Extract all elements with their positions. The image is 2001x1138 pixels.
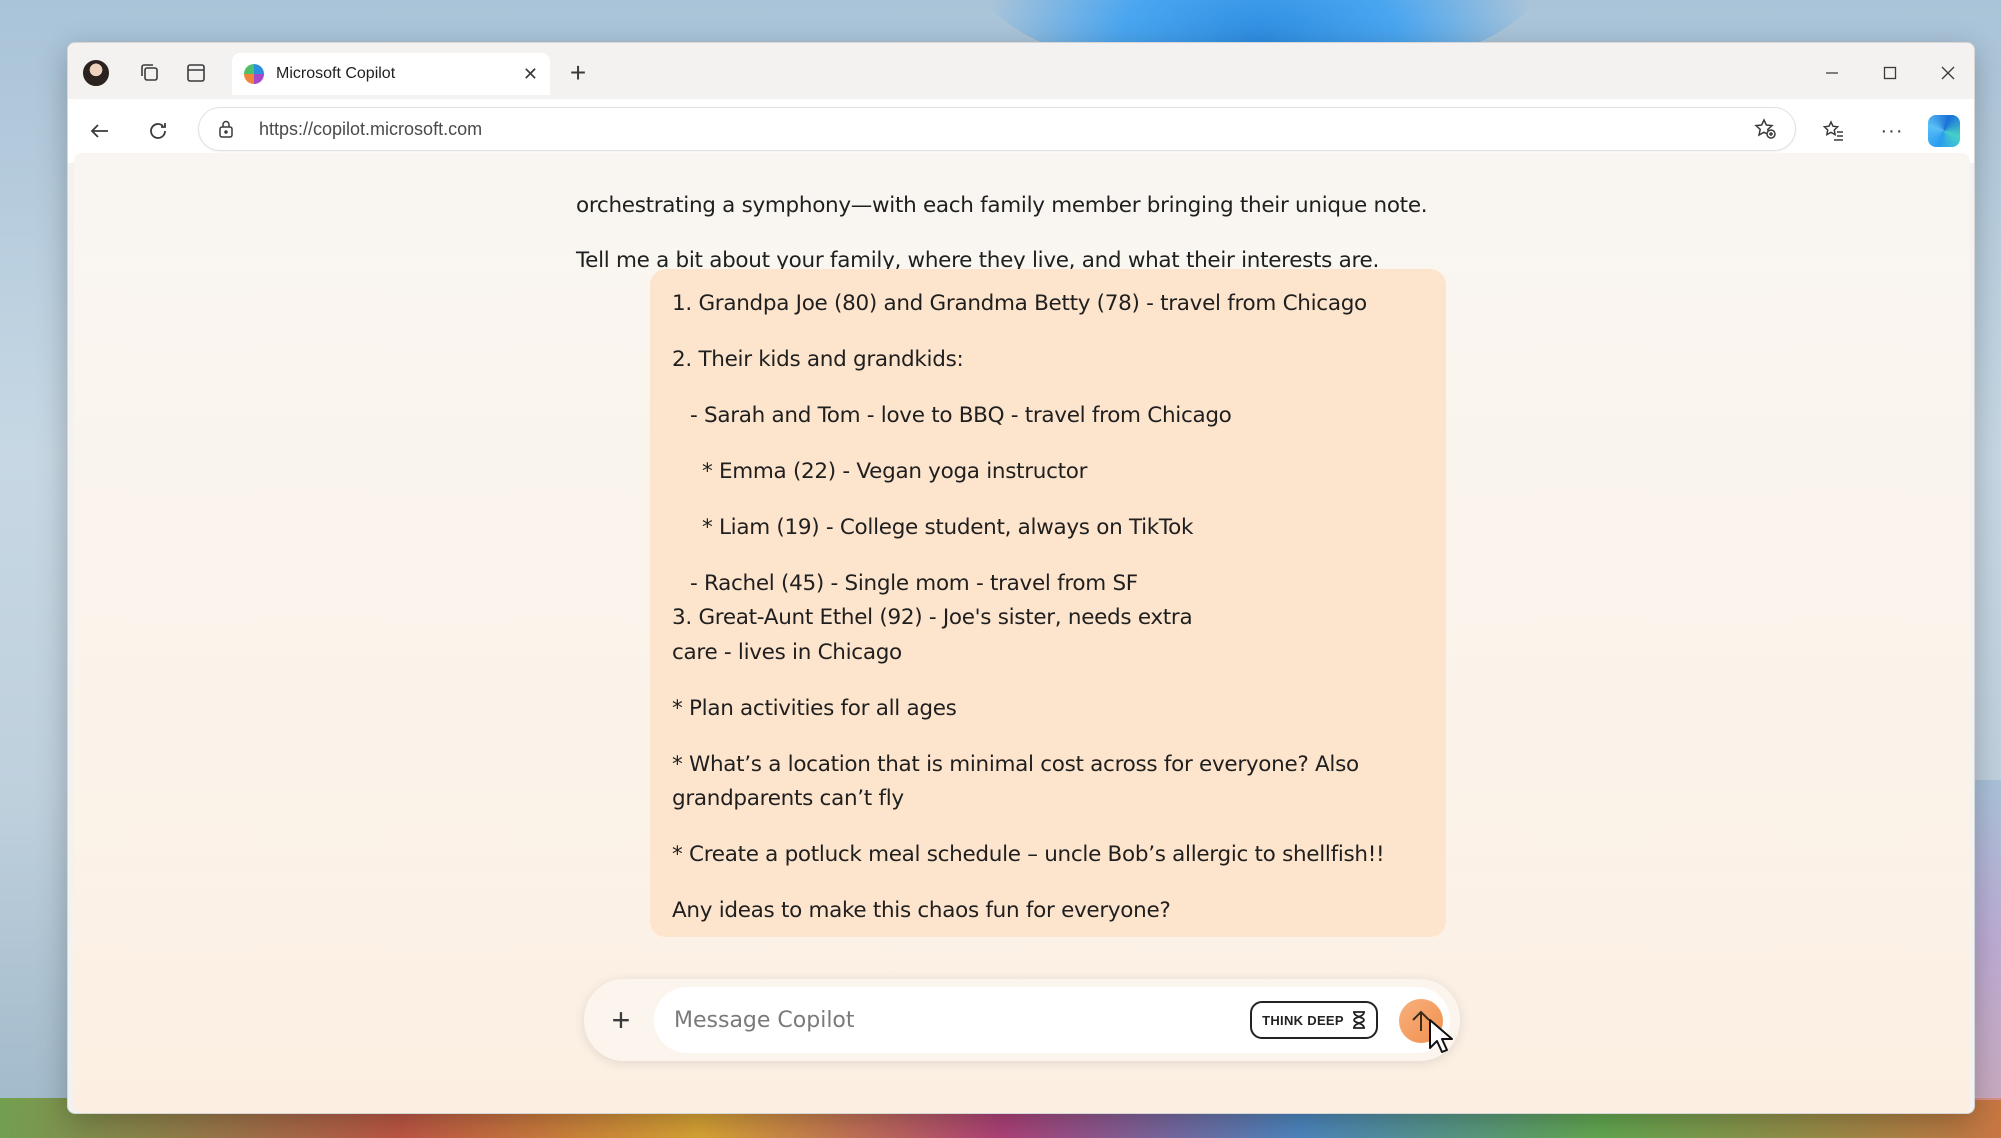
copilot-favicon-icon (244, 64, 264, 84)
more-menu-button[interactable]: ··· (1874, 113, 1910, 149)
star-add-icon[interactable] (1751, 115, 1779, 143)
user-message-line: Any ideas to make this chaos fun for eve… (672, 898, 1171, 923)
minimize-button[interactable] (1812, 57, 1852, 89)
workspaces-icon[interactable] (134, 57, 166, 89)
lock-icon[interactable] (215, 118, 237, 140)
copilot-icon[interactable] (1928, 115, 1960, 147)
user-message-line: 2. Their kids and grandkids: (672, 347, 964, 372)
user-message-line: grandparents can’t fly (672, 786, 904, 811)
user-message-line: * What’s a location that is minimal cost… (672, 752, 1359, 777)
tab-actions-icon[interactable] (180, 57, 212, 89)
profile-button[interactable] (80, 57, 112, 89)
user-message-line: - Sarah and Tom - love to BBQ - travel f… (690, 403, 1232, 428)
user-message-line: 1. Grandpa Joe (80) and Grandma Betty (7… (672, 291, 1367, 316)
user-message-line: - Rachel (45) - Single mom - travel from… (690, 571, 1138, 596)
add-attachment-button[interactable]: + (602, 1001, 640, 1039)
user-message-line: * Create a potluck meal schedule – uncle… (672, 842, 1385, 867)
new-tab-button[interactable]: + (560, 55, 596, 91)
user-message-line: * Liam (19) - College student, always on… (702, 515, 1194, 540)
think-deep-label: THINK DEEP (1262, 1012, 1344, 1028)
user-message-line: * Plan activities for all ages (672, 696, 957, 721)
mouse-cursor-icon (1428, 1018, 1454, 1059)
hourglass-icon (1352, 1011, 1366, 1029)
assistant-message-line: orchestrating a symphony—with each famil… (576, 193, 1428, 218)
think-deep-button[interactable]: THINK DEEP (1250, 1001, 1378, 1039)
user-message-bubble: 1. Grandpa Joe (80) and Grandma Betty (7… (650, 269, 1446, 937)
tab-copilot[interactable]: Microsoft Copilot ✕ (232, 53, 550, 95)
title-bar: Microsoft Copilot ✕ + (68, 43, 1974, 103)
maximize-button[interactable] (1870, 57, 1910, 89)
tab-title: Microsoft Copilot (276, 65, 396, 82)
url-text[interactable]: https://copilot.microsoft.com (259, 119, 1751, 140)
favorites-icon[interactable] (1816, 113, 1852, 149)
refresh-icon[interactable] (140, 113, 176, 149)
browser-window: Microsoft Copilot ✕ + https://copilot.mi… (67, 42, 1975, 1114)
chat-content: orchestrating a symphony—with each famil… (74, 153, 1970, 1113)
back-arrow-icon[interactable] (82, 113, 118, 149)
close-window-button[interactable] (1928, 57, 1968, 89)
close-tab-icon[interactable]: ✕ (523, 64, 538, 85)
user-message-line: care - lives in Chicago (672, 640, 902, 665)
avatar (81, 58, 111, 88)
address-bar[interactable]: https://copilot.microsoft.com (198, 107, 1796, 151)
user-message-line: 3. Great-Aunt Ethel (92) - Joe's sister,… (672, 605, 1193, 630)
user-message-line: * Emma (22) - Vegan yoga instructor (702, 459, 1088, 484)
message-composer: + THINK DEEP (584, 979, 1460, 1061)
